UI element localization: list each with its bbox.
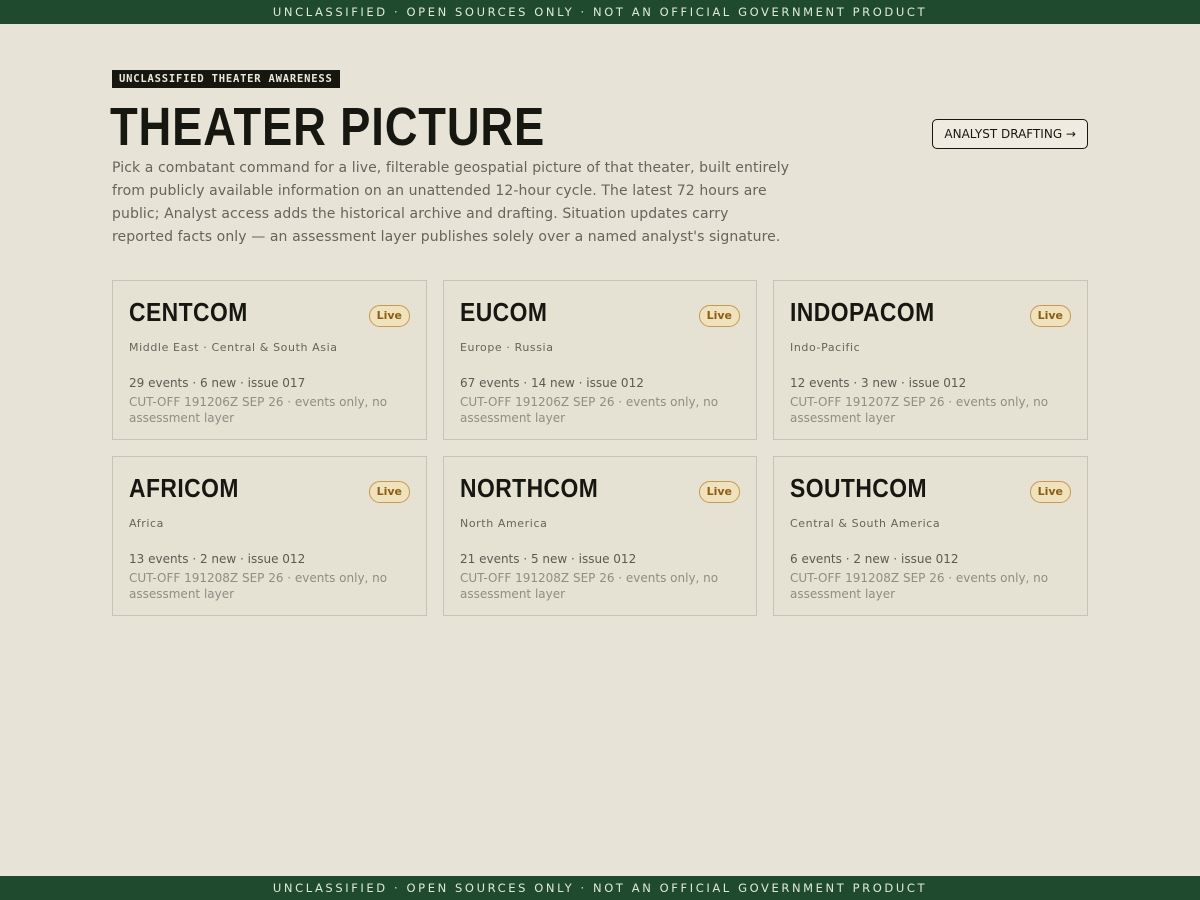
command-card-africom[interactable]: AFRICOM Live Africa 13 events · 2 new · … [112, 456, 427, 616]
command-name: CENTCOM [129, 297, 248, 327]
kicker-label: UNCLASSIFIED THEATER AWARENESS [112, 70, 340, 88]
command-name: SOUTHCOM [790, 473, 927, 503]
live-status-badge: Live [368, 305, 410, 327]
command-cutoff: CUT-OFF 191208Z SEP 26 · events only, no… [129, 571, 388, 601]
command-region: North America [460, 517, 548, 530]
command-cutoff: CUT-OFF 191207Z SEP 26 · events only, no… [790, 395, 1049, 425]
analyst-drafting-button[interactable]: ANALYST DRAFTING → [932, 119, 1088, 149]
command-region: Europe · Russia [460, 341, 554, 354]
live-status-badge: Live [1029, 305, 1071, 327]
command-stats: 13 events · 2 new · issue 012 [129, 552, 306, 566]
live-status-badge: Live [1029, 481, 1071, 503]
classification-banner-bottom: UNCLASSIFIED · OPEN SOURCES ONLY · NOT A… [0, 876, 1200, 900]
page-header: UNCLASSIFIED THEATER AWARENESS THEATER P… [110, 67, 1088, 245]
page-title: THEATER PICTURE [110, 97, 546, 157]
command-region: Middle East · Central & South Asia [129, 341, 338, 354]
command-card-centcom[interactable]: CENTCOM Live Middle East · Central & Sou… [112, 280, 427, 440]
command-stats: 12 events · 3 new · issue 012 [790, 376, 967, 390]
classification-banner-top: UNCLASSIFIED · OPEN SOURCES ONLY · NOT A… [0, 0, 1200, 24]
command-card-northcom[interactable]: NORTHCOM Live North America 21 events · … [443, 456, 757, 616]
command-region: Central & South America [790, 517, 941, 530]
command-stats: 67 events · 14 new · issue 012 [460, 376, 644, 390]
intro-paragraph: Pick a combatant command for a live, fil… [112, 160, 790, 245]
command-cutoff: CUT-OFF 191208Z SEP 26 · events only, no… [790, 571, 1049, 601]
command-region: Indo-Pacific [790, 341, 861, 354]
command-card-southcom[interactable]: SOUTHCOM Live Central & South America 6 … [773, 456, 1088, 616]
command-cutoff: CUT-OFF 191208Z SEP 26 · events only, no… [460, 571, 719, 601]
command-card-eucom[interactable]: EUCOM Live Europe · Russia 67 events · 1… [443, 280, 757, 440]
command-name: AFRICOM [129, 473, 239, 503]
command-cutoff: CUT-OFF 191206Z SEP 26 · events only, no… [129, 395, 388, 425]
live-status-badge: Live [698, 481, 740, 503]
command-stats: 6 events · 2 new · issue 012 [790, 552, 959, 566]
command-stats: 29 events · 6 new · issue 017 [129, 376, 306, 390]
command-stats: 21 events · 5 new · issue 012 [460, 552, 637, 566]
command-cutoff: CUT-OFF 191206Z SEP 26 · events only, no… [460, 395, 719, 425]
command-region: Africa [129, 517, 164, 530]
live-status-badge: Live [368, 481, 410, 503]
live-status-badge: Live [698, 305, 740, 327]
command-grid: CENTCOM Live Middle East · Central & Sou… [112, 280, 1088, 616]
command-name: INDOPACOM [790, 297, 935, 327]
command-card-indopacom[interactable]: INDOPACOM Live Indo-Pacific 12 events · … [773, 280, 1088, 440]
command-name: NORTHCOM [460, 473, 599, 503]
command-name: EUCOM [460, 297, 548, 327]
